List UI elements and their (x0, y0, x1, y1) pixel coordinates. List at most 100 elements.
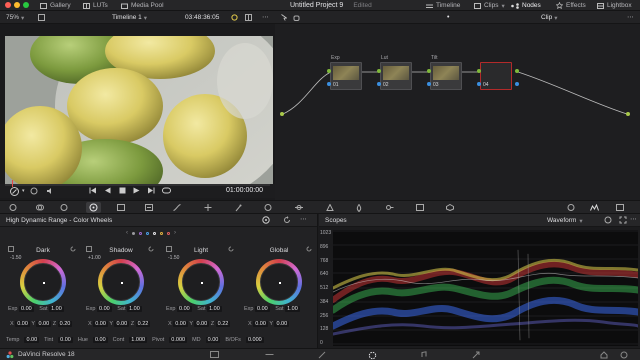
audio-icon[interactable] (46, 187, 54, 195)
node-01[interactable]: Exp 01 (330, 55, 362, 90)
go-to-end-icon[interactable] (147, 187, 155, 194)
color-match-icon[interactable] (36, 204, 44, 211)
z-value[interactable]: 0.22 (135, 321, 151, 327)
x-value[interactable]: 0.00 (93, 321, 108, 327)
sat-value[interactable]: 1.00 (207, 306, 222, 312)
minimize-window-button[interactable] (14, 2, 20, 8)
page-deliver-icon[interactable] (472, 351, 480, 359)
z-value[interactable]: 0.20 (57, 321, 73, 327)
node-03-input-pin[interactable] (427, 69, 431, 73)
node-04-alpha-out-pin[interactable] (515, 82, 519, 86)
scope-mode-select[interactable]: Waveform ▾ (547, 214, 583, 227)
sizing-icon[interactable] (416, 204, 424, 211)
hdr-wheels-icon[interactable] (86, 202, 101, 213)
loop-playback-icon[interactable] (162, 187, 171, 194)
qualifier-icon[interactable] (235, 204, 242, 212)
color-warper-icon[interactable] (204, 204, 212, 211)
highlight-icon[interactable] (231, 14, 238, 21)
page-dot[interactable] (139, 231, 142, 235)
z-value[interactable]: 0.22 (215, 321, 231, 327)
node-04-output-pin[interactable] (515, 69, 519, 73)
color-wheel[interactable] (98, 259, 144, 305)
camera-raw-icon[interactable] (9, 204, 17, 211)
hand-icon[interactable] (293, 14, 300, 21)
node-01-alpha-pin[interactable] (327, 82, 331, 86)
blur-icon[interactable] (356, 204, 362, 212)
node-01-input-pin[interactable] (327, 69, 331, 73)
color-wheel[interactable] (178, 259, 224, 305)
more-options-icon[interactable]: ⋯ (300, 215, 307, 223)
primaries-wheels-icon[interactable] (60, 204, 68, 211)
sat-value[interactable]: 1.00 (127, 306, 142, 312)
tab-lightbox[interactable]: Lightbox (597, 0, 632, 11)
page-fairlight-icon[interactable] (420, 351, 428, 359)
tracker-icon[interactable] (295, 204, 303, 211)
node-04-alpha-pin[interactable] (477, 82, 481, 86)
tab-clips[interactable]: Clips ▾ (474, 0, 505, 11)
rgb-mixer-icon[interactable] (117, 204, 125, 211)
tab-effects[interactable]: Effects (556, 0, 586, 11)
exp-value[interactable]: 0.00 (97, 306, 112, 312)
3d-icon[interactable] (446, 204, 454, 211)
tint-value[interactable]: 0.00 (58, 337, 73, 343)
tab-media-pool[interactable]: Media Pool (121, 0, 164, 11)
info-icon[interactable] (616, 204, 624, 211)
tab-nodes[interactable]: Nodes (511, 0, 541, 11)
black-offset-value[interactable]: 0.000 (245, 337, 264, 343)
input-pin[interactable] (280, 112, 284, 116)
play-icon[interactable] (133, 187, 140, 194)
chevron-left-icon[interactable]: ‹ (126, 230, 128, 236)
zone-settings-icon[interactable] (262, 216, 270, 224)
node-graph[interactable]: Exp 01 Lut 02 Tilt 03 04 (275, 24, 640, 200)
y-value[interactable]: 0.00 (274, 321, 290, 327)
more-options-icon[interactable]: ⋯ (262, 13, 269, 21)
chevron-right-icon[interactable]: › (174, 230, 176, 236)
tab-gallery[interactable]: Gallery (40, 0, 71, 11)
tab-timeline[interactable]: Timeline (426, 0, 460, 11)
color-wheel[interactable] (256, 259, 302, 305)
close-window-button[interactable] (5, 2, 11, 8)
y-value[interactable]: 0.00 (194, 321, 210, 327)
node-02-input-pin[interactable] (377, 69, 381, 73)
motion-effects-icon[interactable] (145, 204, 153, 211)
reset-wheel-icon[interactable] (228, 246, 234, 252)
zoom-select[interactable]: 75% ▾ (6, 11, 24, 24)
pointer-icon[interactable] (281, 14, 287, 21)
key-icon[interactable] (386, 204, 394, 211)
more-options-icon[interactable]: ⋯ (627, 13, 634, 21)
maximize-window-button[interactable] (23, 2, 29, 8)
pivot-value[interactable]: 0.000 (169, 337, 188, 343)
window-icon[interactable] (264, 204, 272, 211)
x-value[interactable]: 0.00 (173, 321, 188, 327)
y-value[interactable]: 0.00 (36, 321, 52, 327)
reset-wheel-icon[interactable] (306, 246, 312, 252)
magic-mask-icon[interactable] (326, 204, 334, 211)
page-fusion-icon[interactable] (318, 351, 326, 359)
reverse-icon[interactable] (104, 187, 111, 194)
more-options-icon[interactable]: ⋯ (630, 215, 637, 223)
chevron-down-icon[interactable]: ▾ (22, 188, 25, 194)
page-dot[interactable] (146, 231, 149, 235)
temp-value[interactable]: 0.00 (24, 337, 40, 343)
stop-icon[interactable] (119, 187, 126, 194)
node-04-selected[interactable]: 04 (480, 62, 512, 90)
reset-wheel-icon[interactable] (148, 246, 154, 252)
color-wheel[interactable] (20, 259, 66, 305)
x-value[interactable]: 0.00 (15, 321, 30, 327)
scopes-icon[interactable] (590, 204, 599, 211)
output-pin[interactable] (626, 112, 630, 116)
contrast-value[interactable]: 1.000 (129, 337, 148, 343)
hue-value[interactable]: 0.00 (92, 337, 108, 343)
y-value[interactable]: 0.00 (114, 321, 130, 327)
split-screen-icon[interactable] (245, 14, 252, 21)
page-edit-icon[interactable] (265, 351, 274, 358)
node-02-alpha-pin[interactable] (377, 82, 381, 86)
node-02[interactable]: Lut 02 (380, 55, 412, 90)
md-value[interactable]: 0.00 (205, 337, 221, 343)
go-to-start-icon[interactable] (89, 187, 97, 194)
page-dot[interactable] (153, 231, 156, 235)
exp-value[interactable]: 0.00 (255, 306, 270, 312)
exp-value[interactable]: 0.00 (177, 306, 192, 312)
page-color-icon[interactable] (368, 351, 377, 360)
viewer-options-icon[interactable] (38, 14, 45, 21)
